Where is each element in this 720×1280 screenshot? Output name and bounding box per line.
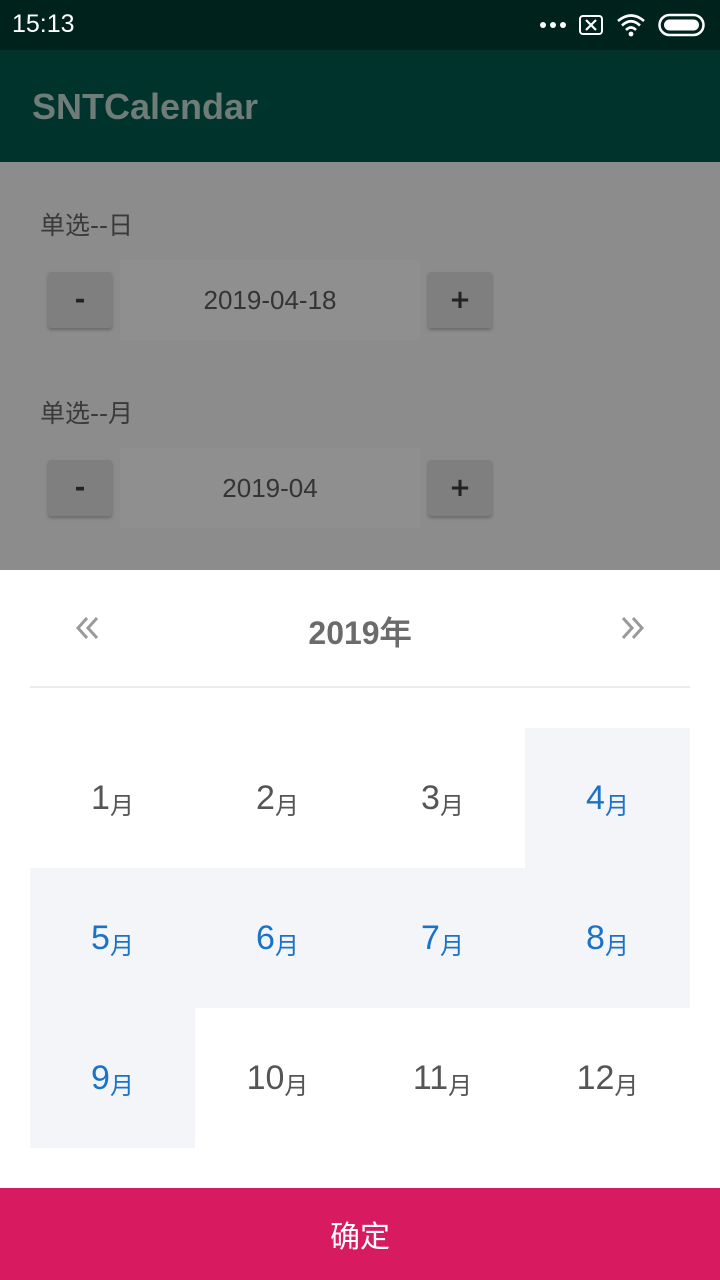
month-cell-3[interactable]: 3月 — [360, 728, 525, 868]
app-bar: SNTCalendar — [0, 50, 720, 162]
month-number: 11 — [412, 1058, 449, 1097]
month-cell-11[interactable]: 11 月 — [360, 1008, 525, 1148]
month-unit: 月 — [439, 791, 464, 820]
month-cell-4[interactable]: 4月 — [525, 728, 690, 868]
month-increment-button[interactable]: + — [428, 460, 492, 516]
month-cell-5[interactable]: 5月 — [30, 868, 195, 1008]
month-cell-1[interactable]: 1月 — [30, 728, 195, 868]
month-number: 12 — [576, 1058, 615, 1097]
day-decrement-button[interactable]: - — [48, 272, 112, 328]
month-unit: 月 — [274, 791, 299, 820]
confirm-button[interactable]: 确定 — [0, 1188, 720, 1280]
year-label: 2019年 — [308, 615, 412, 651]
month-unit: 月 — [614, 1071, 639, 1100]
month-number: 10 — [246, 1058, 285, 1097]
double-chevron-right-icon — [621, 616, 645, 640]
month-cell-7[interactable]: 7月 — [360, 868, 525, 1008]
month-unit: 月 — [109, 1071, 134, 1100]
month-number: 5 — [91, 918, 110, 957]
month-unit: 月 — [448, 1071, 473, 1100]
battery-icon — [658, 13, 705, 37]
month-number: 1 — [91, 778, 110, 817]
month-grid: 1月 2月 3月 4月 5月 6月 7月 8月 9月 10 月 11 月 12 月 — [30, 728, 690, 1148]
month-unit: 月 — [284, 1071, 309, 1100]
month-cell-8[interactable]: 8月 — [525, 868, 690, 1008]
month-unit: 月 — [439, 931, 464, 960]
day-increment-button[interactable]: + — [428, 272, 492, 328]
month-decrement-button[interactable]: - — [48, 460, 112, 516]
month-unit: 月 — [109, 791, 134, 820]
status-icons — [540, 10, 706, 40]
day-value-field[interactable]: 2019-04-18 — [120, 260, 420, 340]
wifi-icon — [617, 14, 645, 37]
month-cell-10[interactable]: 10 月 — [195, 1008, 360, 1148]
year-header: 2019年 — [30, 570, 690, 688]
month-unit: 月 — [274, 931, 299, 960]
more-dots-icon — [540, 22, 566, 28]
sim-off-icon — [579, 15, 603, 35]
month-cell-12[interactable]: 12 月 — [525, 1008, 690, 1148]
month-number: 4 — [586, 778, 605, 817]
month-picker-sheet: 2019年 1月 2月 3月 4月 5月 6月 7月 8月 9月 10 月 11 月… — [0, 570, 720, 1280]
month-number: 3 — [421, 778, 440, 817]
section-label-day: 单选--日 — [40, 211, 134, 240]
month-unit: 月 — [109, 931, 134, 960]
status-time: 15:13 — [12, 10, 75, 38]
month-unit: 月 — [604, 931, 629, 960]
month-number: 7 — [421, 918, 440, 957]
next-year-button[interactable] — [608, 604, 656, 652]
app-title: SNTCalendar — [32, 86, 259, 127]
month-cell-9[interactable]: 9月 — [30, 1008, 195, 1148]
section-label-month: 单选--月 — [40, 399, 134, 428]
month-cell-2[interactable]: 2月 — [195, 728, 360, 868]
month-number: 8 — [586, 918, 605, 957]
main-content: 单选--日 - 2019-04-18 + 单选--月 - 2019-04 + — [0, 162, 720, 570]
month-cell-6[interactable]: 6月 — [195, 868, 360, 1008]
month-number: 2 — [256, 778, 275, 817]
month-value-field[interactable]: 2019-04 — [120, 448, 420, 528]
month-number: 9 — [91, 1058, 110, 1097]
month-unit: 月 — [604, 791, 629, 820]
status-bar: 15:13 — [0, 0, 720, 50]
month-number: 6 — [256, 918, 275, 957]
